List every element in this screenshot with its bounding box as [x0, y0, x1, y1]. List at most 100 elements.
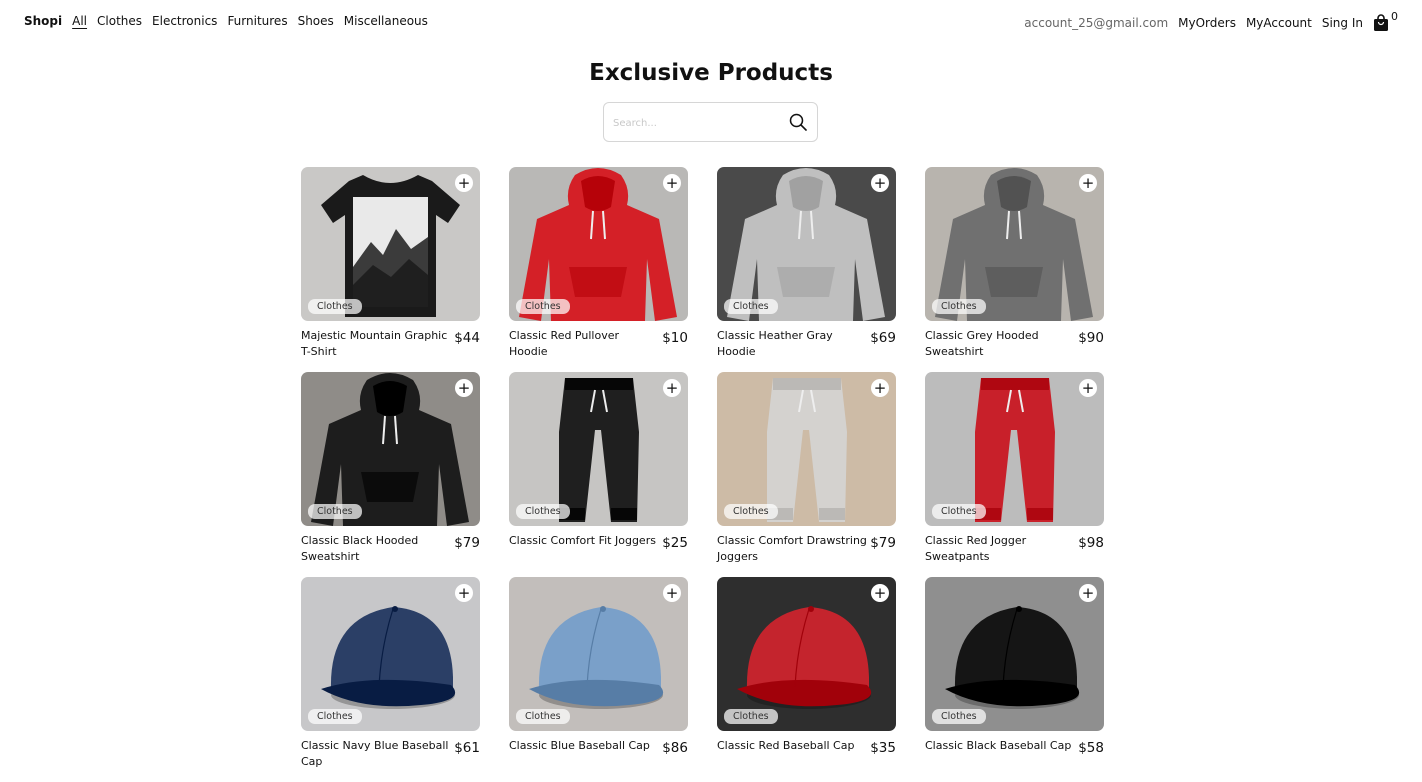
product-price: $61: [454, 740, 480, 756]
product-info: Classic Comfort Drawstring Joggers $79: [717, 533, 896, 573]
product-card[interactable]: Clothes + Classic Heather Gray Hoodie $6…: [717, 167, 896, 372]
product-image[interactable]: Clothes +: [717, 167, 896, 321]
product-image[interactable]: Clothes +: [925, 167, 1104, 321]
category-badge: Clothes: [516, 504, 570, 519]
add-to-cart-button[interactable]: +: [1079, 174, 1097, 192]
product-price: $79: [454, 535, 480, 551]
product-image[interactable]: Clothes +: [509, 167, 688, 321]
category-badge: Clothes: [932, 504, 986, 519]
add-to-cart-button[interactable]: +: [455, 174, 473, 192]
add-to-cart-button[interactable]: +: [1079, 584, 1097, 602]
product-image[interactable]: Clothes +: [925, 577, 1104, 731]
add-to-cart-button[interactable]: +: [663, 174, 681, 192]
product-price: $86: [662, 740, 688, 756]
cart-button[interactable]: 0: [1373, 10, 1398, 32]
page-title: Exclusive Products: [589, 60, 833, 86]
product-card[interactable]: Clothes + Classic Red Pullover Hoodie $1…: [509, 167, 688, 372]
sign-in-link[interactable]: Sing In: [1322, 16, 1363, 30]
my-orders-link[interactable]: MyOrders: [1178, 16, 1236, 30]
account-email: account_25@gmail.com: [1024, 16, 1169, 30]
shopping-bag-icon: [1374, 14, 1388, 31]
add-to-cart-button[interactable]: +: [1079, 379, 1097, 397]
nav-category-furnitures[interactable]: Furnitures: [227, 14, 287, 28]
product-name: Classic Blue Baseball Cap: [509, 739, 650, 752]
search-icon[interactable]: [789, 113, 807, 131]
product-image[interactable]: Clothes +: [301, 167, 480, 321]
category-badge: Clothes: [308, 299, 362, 314]
add-to-cart-button[interactable]: +: [663, 584, 681, 602]
product-card[interactable]: Clothes + Classic Comfort Drawstring Jog…: [717, 372, 896, 577]
category-badge: Clothes: [516, 299, 570, 314]
product-image-art: [301, 167, 480, 321]
nav-category-shoes[interactable]: Shoes: [298, 14, 334, 28]
search-input[interactable]: [613, 113, 773, 133]
nav-right: account_25@gmail.com MyOrders MyAccount …: [1024, 10, 1398, 32]
category-badge: Clothes: [724, 299, 778, 314]
cart-count: 0: [1391, 10, 1398, 23]
product-info: Majestic Mountain Graphic T-Shirt $44: [301, 328, 480, 368]
product-image[interactable]: Clothes +: [717, 372, 896, 526]
product-card[interactable]: Clothes + Classic Comfort Fit Joggers $2…: [509, 372, 688, 577]
product-price: $10: [662, 330, 688, 346]
product-card[interactable]: Clothes + Classic Black Baseball Cap $58: [925, 577, 1104, 782]
product-image-art: [509, 577, 688, 731]
add-to-cart-button[interactable]: +: [871, 379, 889, 397]
category-badge: Clothes: [932, 709, 986, 724]
category-badge: Clothes: [308, 709, 362, 724]
product-info: Classic Comfort Fit Joggers $25: [509, 533, 688, 573]
product-card[interactable]: Clothes + Classic Red Baseball Cap $35: [717, 577, 896, 782]
product-image[interactable]: Clothes +: [925, 372, 1104, 526]
nav-category-miscellaneous[interactable]: Miscellaneous: [344, 14, 428, 28]
product-grid: Clothes + Majestic Mountain Graphic T-Sh…: [301, 167, 1104, 782]
product-price: $90: [1078, 330, 1104, 346]
nav-left: Shopi All Clothes Electronics Furnitures…: [24, 14, 428, 28]
product-name: Classic Black Hooded Sweatshirt: [301, 534, 419, 563]
product-info: Classic Red Jogger Sweatpants $98: [925, 533, 1104, 573]
product-name: Classic Navy Blue Baseball Cap: [301, 739, 449, 768]
product-image-art: [301, 372, 480, 526]
my-account-link[interactable]: MyAccount: [1246, 16, 1312, 30]
product-name: Majestic Mountain Graphic T-Shirt: [301, 329, 448, 358]
product-image[interactable]: Clothes +: [301, 577, 480, 731]
category-badge: Clothes: [308, 504, 362, 519]
product-card[interactable]: Clothes + Majestic Mountain Graphic T-Sh…: [301, 167, 480, 372]
nav-category-electronics[interactable]: Electronics: [152, 14, 217, 28]
product-price: $25: [662, 535, 688, 551]
product-card[interactable]: Clothes + Classic Grey Hooded Sweatshirt…: [925, 167, 1104, 372]
category-badge: Clothes: [516, 709, 570, 724]
add-to-cart-button[interactable]: +: [871, 584, 889, 602]
product-image-art: [717, 167, 896, 321]
product-price: $98: [1078, 535, 1104, 551]
product-image[interactable]: Clothes +: [301, 372, 480, 526]
product-card[interactable]: Clothes + Classic Navy Blue Baseball Cap…: [301, 577, 480, 782]
product-name: Classic Grey Hooded Sweatshirt: [925, 329, 1039, 358]
product-image-art: [925, 372, 1104, 526]
product-image[interactable]: Clothes +: [509, 577, 688, 731]
add-to-cart-button[interactable]: +: [871, 174, 889, 192]
search-box: [603, 102, 818, 142]
add-to-cart-button[interactable]: +: [455, 379, 473, 397]
add-to-cart-button[interactable]: +: [663, 379, 681, 397]
product-info: Classic Red Pullover Hoodie $10: [509, 328, 688, 368]
category-badge: Clothes: [932, 299, 986, 314]
product-info: Classic Black Baseball Cap $58: [925, 738, 1104, 778]
product-price: $35: [870, 740, 896, 756]
nav-category-clothes[interactable]: Clothes: [97, 14, 142, 28]
product-card[interactable]: Clothes + Classic Red Jogger Sweatpants …: [925, 372, 1104, 577]
brand-logo[interactable]: Shopi: [24, 14, 62, 28]
nav-category-all[interactable]: All: [72, 14, 87, 28]
product-card[interactable]: Clothes + Classic Blue Baseball Cap $86: [509, 577, 688, 782]
product-name: Classic Red Pullover Hoodie: [509, 329, 619, 358]
product-name: Classic Heather Gray Hoodie: [717, 329, 833, 358]
add-to-cart-button[interactable]: +: [455, 584, 473, 602]
product-card[interactable]: Clothes + Classic Black Hooded Sweatshir…: [301, 372, 480, 577]
product-image-art: [925, 577, 1104, 731]
product-image[interactable]: Clothes +: [509, 372, 688, 526]
product-price: $79: [870, 535, 896, 551]
product-name: Classic Comfort Fit Joggers: [509, 534, 656, 547]
product-name: Classic Red Baseball Cap: [717, 739, 855, 752]
product-info: Classic Heather Gray Hoodie $69: [717, 328, 896, 368]
product-info: Classic Blue Baseball Cap $86: [509, 738, 688, 778]
product-price: $58: [1078, 740, 1104, 756]
product-image[interactable]: Clothes +: [717, 577, 896, 731]
